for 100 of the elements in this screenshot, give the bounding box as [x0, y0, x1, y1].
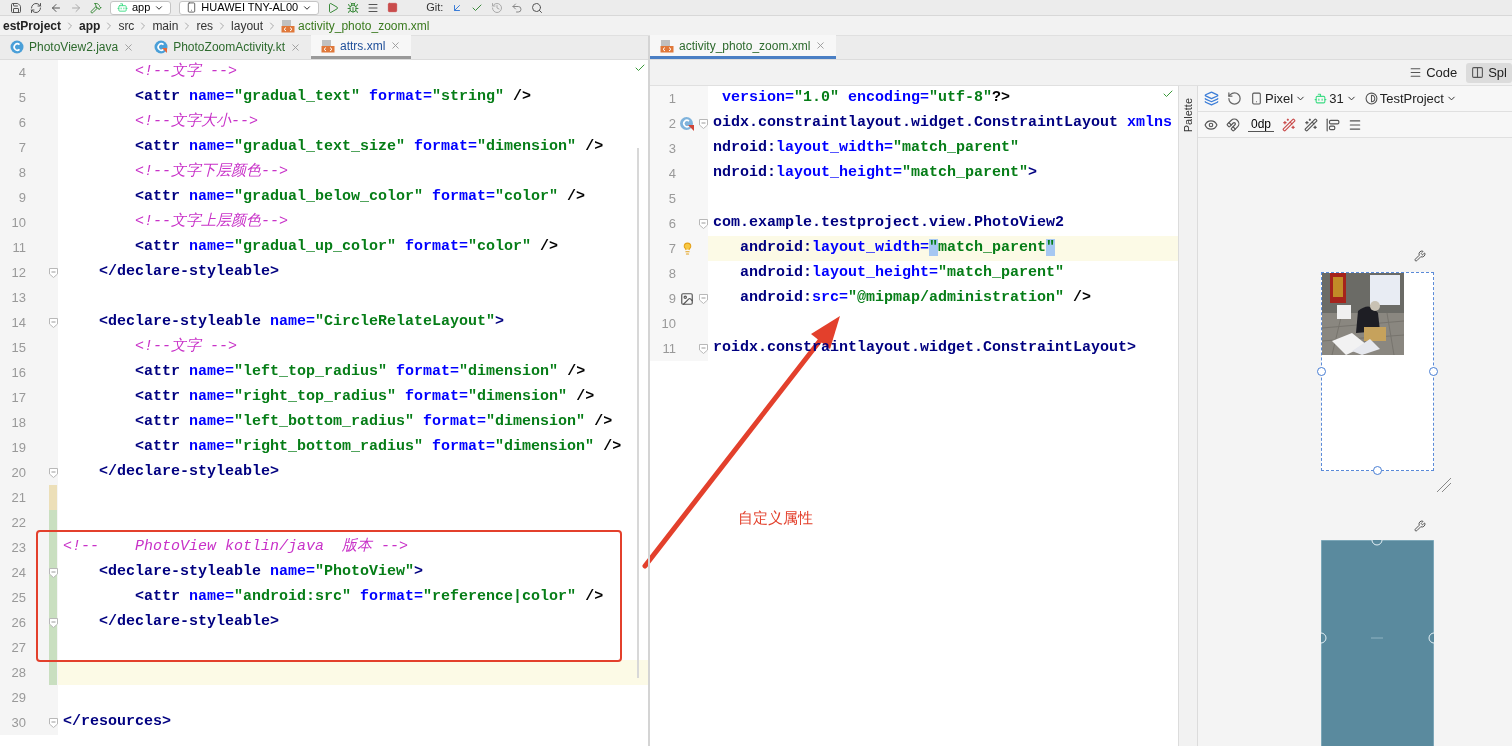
align-icon[interactable]: [1326, 117, 1341, 132]
fold-marker-icon[interactable]: [698, 343, 708, 354]
editor-tab[interactable]: PhotoView2.java: [0, 35, 145, 59]
fold-marker-icon[interactable]: [698, 293, 708, 304]
margin-button[interactable]: 0dp: [1248, 117, 1275, 132]
line-number: 4: [667, 164, 676, 183]
code-line: com.example.testproject.view.PhotoView2: [713, 213, 1065, 234]
wrench-icon[interactable]: [1414, 520, 1426, 532]
history-icon[interactable]: [491, 1, 504, 14]
breadcrumb-item[interactable]: layout: [228, 16, 267, 35]
editor-tab[interactable]: activity_photo_zoom.xml: [650, 35, 837, 59]
back-icon[interactable]: [50, 1, 62, 14]
code-line: ndroid:layout_width="match_parent": [713, 138, 1020, 159]
change-marker[interactable]: [49, 635, 57, 660]
breadcrumb-item[interactable]: estProject: [0, 16, 65, 35]
change-marker[interactable]: [49, 485, 57, 510]
breadcrumb-item[interactable]: activity_photo_zoom.xml: [278, 16, 433, 35]
fold-marker-icon[interactable]: [48, 267, 58, 278]
fold-marker-icon[interactable]: [48, 467, 58, 478]
magic-wand-icon[interactable]: [1304, 117, 1319, 132]
rollback-icon[interactable]: [511, 1, 524, 14]
phone-icon: [186, 2, 198, 13]
debug-icon[interactable]: [347, 1, 360, 14]
scrollbar[interactable]: [637, 148, 639, 678]
magnet-icon[interactable]: [1226, 117, 1240, 132]
xml-file-icon: [281, 18, 296, 33]
close-icon[interactable]: [390, 40, 402, 51]
fold-marker-icon[interactable]: [698, 218, 708, 229]
fold-marker-icon[interactable]: [48, 617, 58, 628]
line-number: 28: [10, 663, 26, 682]
annotation-label: 自定义属性: [738, 508, 813, 528]
line-number: 20: [10, 463, 26, 482]
code-line: </declare-styleable>: [98, 612, 280, 633]
fold-marker-icon[interactable]: [48, 567, 58, 578]
line-number: 24: [10, 563, 26, 582]
view-mode-button[interactable]: Spl: [1466, 62, 1512, 83]
fold-marker-icon[interactable]: [698, 118, 708, 129]
line-number: 8: [17, 163, 26, 182]
palette-tab[interactable]: Palette: [1179, 98, 1197, 133]
constraint-handle[interactable]: [1429, 367, 1438, 376]
device-dropdown[interactable]: HUAWEI TNY-AL00: [179, 0, 320, 15]
layers-icon[interactable]: [1204, 91, 1219, 106]
breadcrumb-item[interactable]: main: [149, 16, 182, 35]
line-number: 16: [10, 363, 26, 382]
api-level-dropdown[interactable]: 31: [1314, 88, 1357, 109]
rotate-icon[interactable]: [1227, 91, 1242, 106]
code-line: </declare-styleable>: [98, 462, 280, 483]
code-line: version="1.0" encoding="utf-8"?>: [721, 88, 1011, 109]
resize-grip-icon[interactable]: [1436, 477, 1452, 493]
code-line: <declare-styleable name="CircleRelateLayout">: [98, 312, 505, 333]
breadcrumb-item[interactable]: res: [193, 16, 217, 35]
editor-tab[interactable]: attrs.xml: [311, 35, 412, 59]
code-line: <declare-styleable name="PhotoView">: [98, 562, 424, 583]
code-line: <!--文字大小-->: [134, 111, 259, 133]
stop-icon[interactable]: [387, 2, 399, 13]
view-mode-button[interactable]: Code: [1404, 62, 1463, 83]
code-line: <attr name="right_bottom_radius" format="dimension" />: [134, 437, 622, 458]
eye-icon[interactable]: [1204, 117, 1218, 132]
fold-marker-icon[interactable]: [48, 317, 58, 328]
wrench-icon[interactable]: [1414, 250, 1426, 262]
xml-file-icon: [660, 38, 674, 53]
search-icon[interactable]: [531, 1, 544, 14]
constraint-handle[interactable]: [1373, 466, 1382, 475]
close-icon[interactable]: [123, 41, 135, 53]
code-line: android:layout_width="match_parent": [739, 238, 1056, 259]
change-marker[interactable]: [49, 510, 57, 535]
hammer-icon[interactable]: [90, 1, 102, 14]
line-number: 5: [667, 189, 676, 208]
git-label: Git:: [426, 2, 444, 13]
sync-icon[interactable]: [30, 1, 42, 14]
run-icon[interactable]: [327, 1, 340, 14]
change-marker[interactable]: [49, 660, 57, 685]
code-line: <attr name="gradual_text_size" format="dimension" />: [134, 137, 604, 158]
list-icon[interactable]: [367, 1, 380, 14]
code-line: <attr name="left_bottom_radius" format="dimension" />: [134, 412, 613, 433]
breadcrumb-item[interactable]: app: [76, 16, 104, 35]
theme-dropdown[interactable]: TestProject: [1364, 88, 1457, 109]
line-number: 5: [17, 88, 26, 107]
image-icon[interactable]: [680, 291, 694, 306]
save-icon[interactable]: [10, 1, 22, 14]
close-icon[interactable]: [815, 40, 827, 51]
run-config-dropdown[interactable]: app: [110, 0, 172, 15]
line-number: 8: [667, 264, 676, 283]
android-icon: [117, 2, 128, 13]
change-marker[interactable]: [49, 535, 57, 560]
line-number: 29: [10, 688, 26, 707]
line-number: 7: [667, 239, 676, 258]
code-line: <!--文字下层颜色-->: [134, 161, 289, 183]
line-number: 13: [10, 288, 26, 307]
device-dropdown[interactable]: Pixel: [1250, 88, 1307, 109]
theme-icon: [1364, 92, 1378, 105]
check-icon[interactable]: [1162, 88, 1174, 100]
breadcrumb-item[interactable]: src: [115, 16, 138, 35]
close-icon[interactable]: [290, 41, 301, 53]
check-icon[interactable]: [634, 62, 646, 74]
fold-marker-icon[interactable]: [48, 717, 58, 728]
code-line: <attr name="android:src" format="reference|color" />: [134, 587, 604, 608]
class-icon[interactable]: [679, 115, 695, 132]
editor-tab[interactable]: PhotoZoomActivity.kt: [144, 35, 311, 59]
constraint-handle[interactable]: [1317, 367, 1326, 376]
